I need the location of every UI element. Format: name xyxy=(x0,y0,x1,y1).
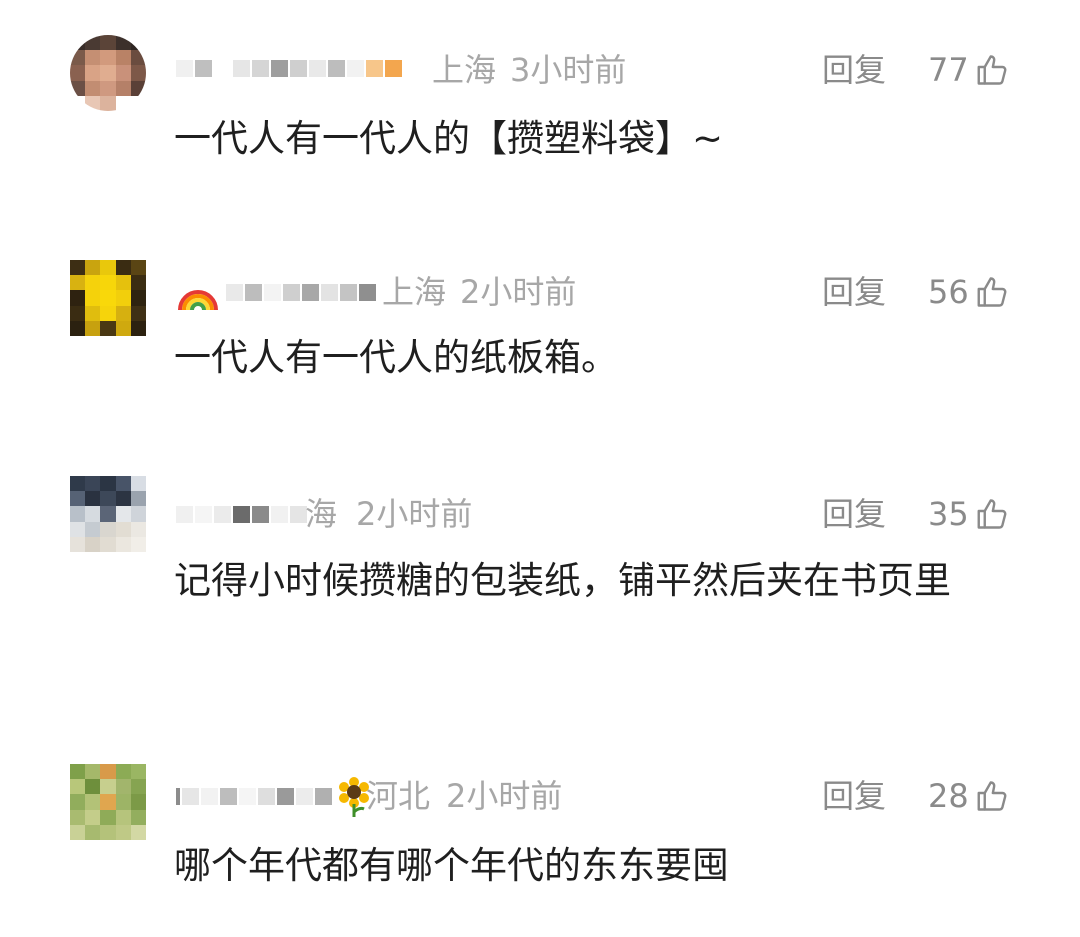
timestamp: 2小时前 xyxy=(460,273,577,311)
username[interactable] xyxy=(176,776,374,817)
username[interactable] xyxy=(176,494,309,534)
thumbs-up-icon xyxy=(977,55,1007,85)
avatar[interactable] xyxy=(70,35,146,111)
comment-item: 河北 2小时前 回复 28 哪个年代都有哪个年代的东东要囤 xyxy=(0,720,1080,937)
avatar[interactable] xyxy=(70,260,146,336)
comment-item: 上海 3小时前 回复 77 一代人有一代人的【攒塑料袋】~ xyxy=(0,0,1080,210)
location-label: 上海 xyxy=(432,51,497,89)
username[interactable] xyxy=(176,272,378,312)
like-button[interactable]: 28 xyxy=(928,776,1011,816)
thumbs-up-icon xyxy=(977,499,1007,529)
like-count: 56 xyxy=(928,273,969,311)
timestamp: 3小时前 xyxy=(510,51,627,89)
thumbs-up-icon xyxy=(977,781,1007,811)
reply-button[interactable]: 回复 xyxy=(822,776,886,816)
thumbs-up-icon xyxy=(977,277,1007,307)
username[interactable] xyxy=(176,48,404,88)
reply-button[interactable]: 回复 xyxy=(822,50,886,90)
like-button[interactable]: 35 xyxy=(928,494,1011,534)
reply-button[interactable]: 回复 xyxy=(822,494,886,534)
like-button[interactable]: 56 xyxy=(928,272,1011,312)
rainbow-emoji-icon xyxy=(178,290,218,311)
comment-text: 哪个年代都有哪个年代的东东要囤 xyxy=(174,844,729,887)
reply-button[interactable]: 回复 xyxy=(822,272,886,312)
avatar[interactable] xyxy=(70,476,146,552)
timestamp: 2小时前 xyxy=(446,777,563,815)
like-count: 28 xyxy=(928,777,969,815)
comment-text: 记得小时候攒糖的包装纸，铺平然后夹在书页里 xyxy=(174,559,951,602)
comment-text: 一代人有一代人的【攒塑料袋】~ xyxy=(174,117,724,160)
timestamp: 2小时前 xyxy=(356,495,473,533)
location-label: 河北 xyxy=(366,777,431,815)
like-count: 35 xyxy=(928,495,969,533)
location-label: 上海 xyxy=(382,273,447,311)
comment-item: 海 2小时前 回复 35 记得小时候攒糖的包装纸，铺平然后夹在书页里 xyxy=(0,440,1080,720)
like-count: 77 xyxy=(928,51,969,89)
comment-text: 一代人有一代人的纸板箱。 xyxy=(174,336,618,379)
avatar[interactable] xyxy=(70,764,146,840)
like-button[interactable]: 77 xyxy=(928,50,1011,90)
location-label: 海 xyxy=(305,495,338,533)
comment-item: 上海 2小时前 回复 56 一代人有一代人的纸板箱。 xyxy=(0,210,1080,440)
